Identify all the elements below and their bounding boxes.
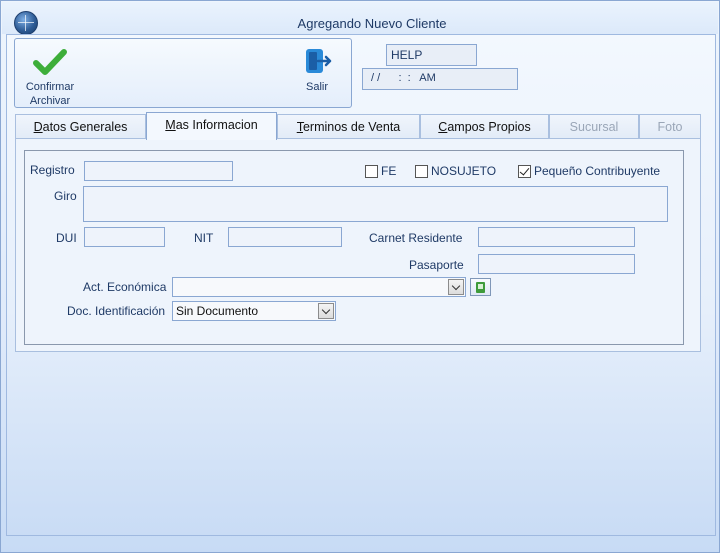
nosujeto-checkbox[interactable] [415, 165, 428, 178]
act-economica-label: Act. Económica [83, 280, 167, 294]
pequeno-contribuyente-label: Pequeño Contribuyente [534, 164, 661, 178]
tab-datos-generales-label: atos Generales [42, 120, 128, 134]
action-toolbar: Confirmar Archivar Salir [14, 38, 352, 108]
pasaporte-label: Pasaporte [409, 258, 464, 272]
carnet-residente-field[interactable] [478, 227, 635, 247]
dui-label: DUI [56, 231, 77, 245]
mas-informacion-panel: Registro FE NOSUJETO Pequeño Contribuyen… [15, 138, 701, 352]
tab-sucursal[interactable]: Sucursal [549, 114, 639, 139]
nosujeto-label: NOSUJETO [431, 164, 497, 178]
add-document-icon [476, 282, 485, 293]
confirm-label-line2: Archivar [29, 95, 71, 107]
tab-datos-generales[interactable]: Datos Generales [15, 114, 146, 139]
tab-terminos-de-venta[interactable]: Terminos de Venta [277, 114, 420, 139]
carnet-residente-label: Carnet Residente [369, 231, 463, 245]
pasaporte-field[interactable] [478, 254, 635, 274]
tab-campos-mnemonic: C [438, 120, 448, 134]
giro-field[interactable] [83, 186, 668, 222]
add-act-economica-button[interactable] [470, 278, 491, 296]
exit-label: Salir [305, 81, 328, 93]
doc-identificacion-select[interactable]: Sin Documento [172, 301, 336, 321]
nit-field[interactable] [228, 227, 342, 247]
registro-field[interactable] [84, 161, 233, 181]
help-box: HELP [386, 44, 477, 66]
tab-datos-generales-mnemonic: D [33, 120, 43, 134]
confirm-label-line1: Confirmar [25, 81, 75, 93]
pequeno-contribuyente-checkbox[interactable] [518, 165, 531, 178]
act-economica-select[interactable] [172, 277, 466, 297]
datetime-display: / / : : AM [362, 68, 518, 90]
registro-label: Registro [30, 163, 75, 177]
tab-mas-informacion-mnemonic: M [165, 118, 176, 132]
tab-mas-informacion[interactable]: Mas Informacion [146, 112, 277, 140]
giro-label: Giro [54, 189, 77, 203]
confirm-archive-button[interactable]: Confirmar Archivar [21, 46, 79, 108]
info-group-box: Registro FE NOSUJETO Pequeño Contribuyen… [24, 150, 684, 345]
tab-campos-propios[interactable]: Campos Propios [420, 114, 549, 139]
chevron-down-icon[interactable] [448, 279, 464, 295]
chevron-down-icon[interactable] [318, 303, 334, 319]
doc-identificacion-label: Doc. Identificación [67, 304, 166, 318]
title-bar: Agregando Nuevo Cliente [2, 2, 718, 35]
exit-door-icon [306, 49, 332, 73]
tab-mas-informacion-label: as Informacion [175, 118, 258, 132]
window-title: Agregando Nuevo Cliente [297, 16, 447, 31]
tab-terminos-label: erminos de Venta [302, 120, 401, 134]
nit-label: NIT [194, 231, 214, 245]
exit-button[interactable]: Salir [297, 46, 337, 94]
dui-field[interactable] [84, 227, 165, 247]
doc-identificacion-value: Sin Documento [176, 304, 259, 318]
client-window: Agregando Nuevo Cliente Confirmar Archiv… [0, 0, 720, 553]
fe-label: FE [381, 164, 397, 178]
green-checkmark-icon [33, 49, 67, 75]
tab-campos-label: ampos Propios [447, 120, 531, 134]
tab-foto[interactable]: Foto [639, 114, 701, 139]
fe-checkbox[interactable] [365, 165, 378, 178]
